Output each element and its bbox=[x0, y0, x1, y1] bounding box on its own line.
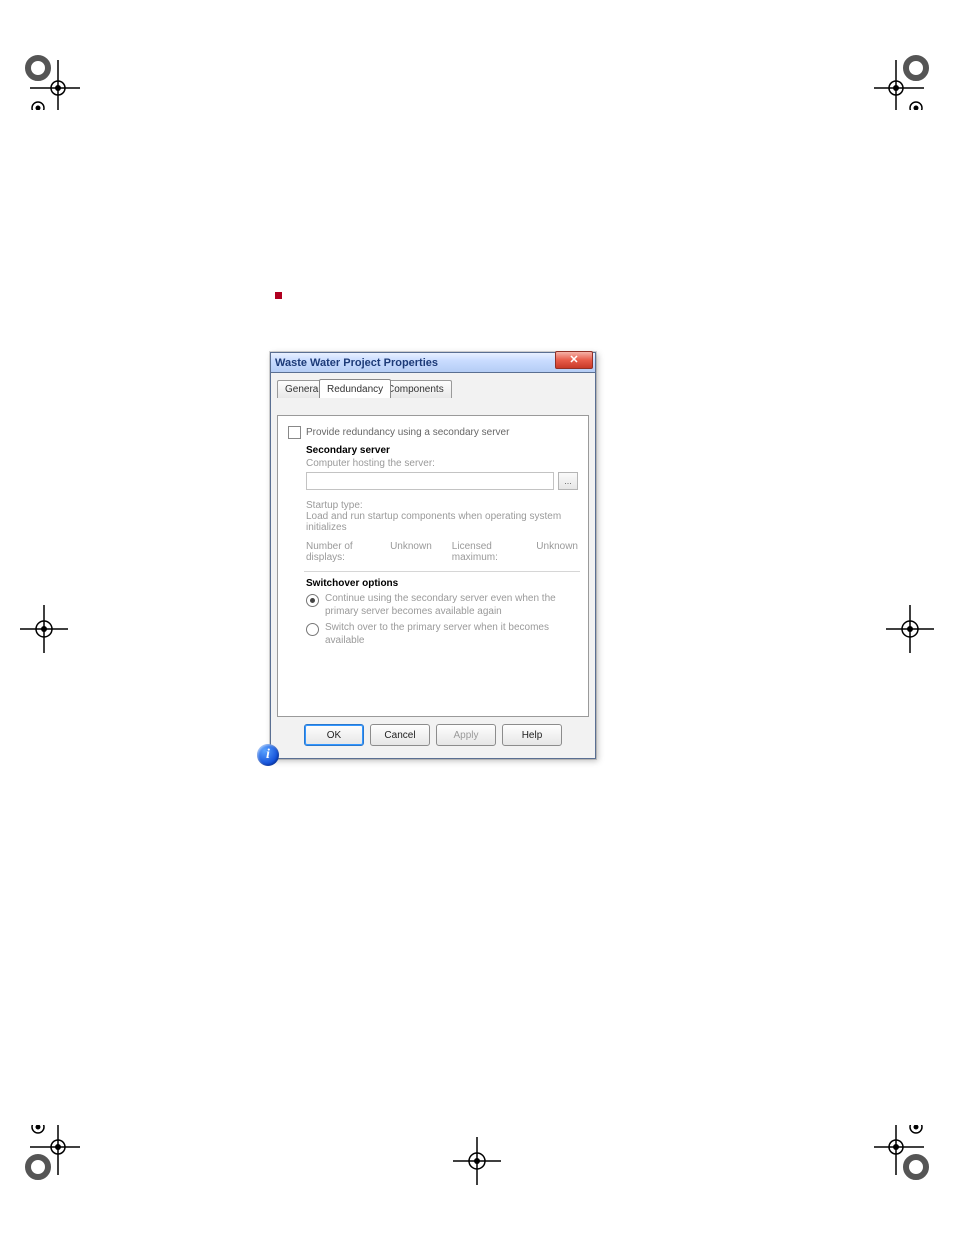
licensed-value: Unknown bbox=[536, 541, 578, 563]
ok-button[interactable]: OK bbox=[304, 724, 364, 746]
secondary-server-heading: Secondary server bbox=[306, 445, 578, 456]
tab-panel-redundancy: Provide redundancy using a secondary ser… bbox=[277, 415, 589, 717]
licensed-label: Licensed maximum: bbox=[452, 541, 523, 563]
title-bar[interactable]: Waste Water Project Properties ✕ bbox=[271, 353, 595, 373]
tab-redundancy[interactable]: Redundancy bbox=[319, 379, 391, 398]
bullet-marker bbox=[275, 292, 282, 299]
close-button[interactable]: ✕ bbox=[555, 351, 593, 369]
switchover-option-2[interactable]: Switch over to the primary server when i… bbox=[306, 622, 578, 647]
registration-mark bbox=[20, 605, 68, 653]
help-button[interactable]: Help bbox=[502, 724, 562, 746]
switchover-label-2: Switch over to the primary server when i… bbox=[325, 622, 578, 647]
switchover-radio-2[interactable] bbox=[306, 623, 319, 636]
startup-type-label: Startup type: bbox=[306, 500, 578, 511]
tab-strip: General Redundancy Components bbox=[277, 380, 589, 398]
provide-redundancy-row[interactable]: Provide redundancy using a secondary ser… bbox=[288, 426, 578, 439]
startup-type-value: Load and run startup components when ope… bbox=[306, 511, 578, 533]
registration-mark bbox=[453, 1137, 501, 1185]
provide-redundancy-label: Provide redundancy using a secondary ser… bbox=[306, 427, 509, 438]
provide-redundancy-checkbox[interactable] bbox=[288, 426, 301, 439]
switchover-option-1[interactable]: Continue using the secondary server even… bbox=[306, 593, 578, 618]
dialog-body: General Redundancy Components Provide re… bbox=[271, 373, 595, 758]
close-icon: ✕ bbox=[569, 355, 578, 366]
cancel-button[interactable]: Cancel bbox=[370, 724, 430, 746]
properties-dialog: Waste Water Project Properties ✕ General… bbox=[270, 352, 596, 759]
dialog-button-row: OK Cancel Apply Help bbox=[277, 717, 589, 754]
apply-button[interactable]: Apply bbox=[436, 724, 496, 746]
info-icon: i bbox=[257, 744, 279, 766]
switchover-radio-1[interactable] bbox=[306, 594, 319, 607]
hosting-label: Computer hosting the server: bbox=[306, 458, 578, 469]
registration-mark bbox=[20, 50, 80, 110]
switchover-label-1: Continue using the secondary server even… bbox=[325, 593, 578, 618]
dialog-title: Waste Water Project Properties bbox=[275, 357, 438, 369]
registration-mark bbox=[886, 605, 934, 653]
registration-mark bbox=[874, 1125, 934, 1185]
registration-mark bbox=[20, 1125, 80, 1185]
displays-label: Number of displays: bbox=[306, 541, 376, 563]
displays-value: Unknown bbox=[390, 541, 432, 563]
switchover-heading: Switchover options bbox=[306, 578, 578, 589]
browse-button[interactable]: ... bbox=[558, 472, 578, 490]
info-glyph: i bbox=[266, 747, 270, 763]
divider bbox=[304, 571, 580, 572]
hosting-input[interactable] bbox=[306, 472, 554, 490]
registration-mark bbox=[874, 50, 934, 110]
